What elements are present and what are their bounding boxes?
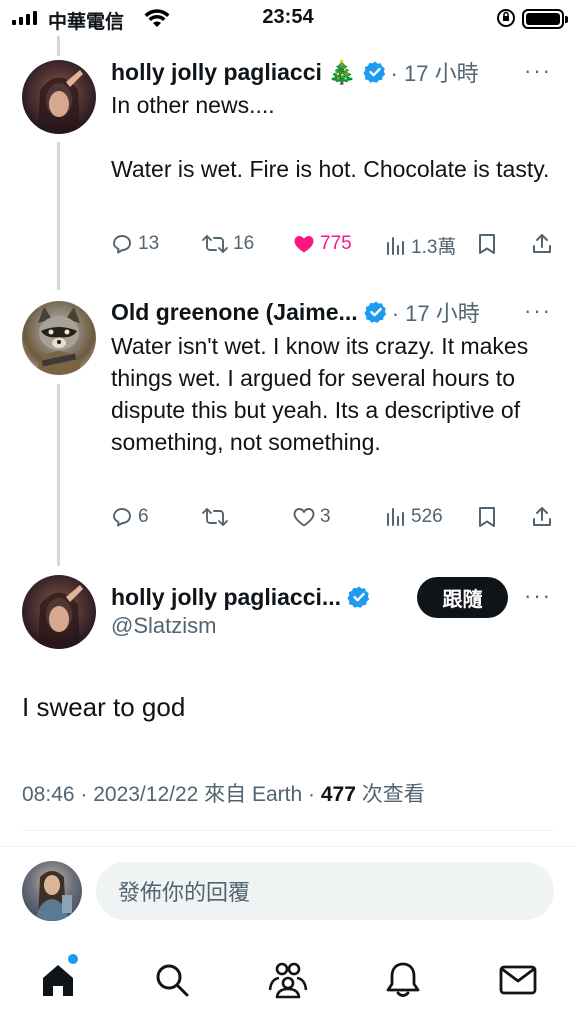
timestamp[interactable]: · 17 小時 (391, 56, 479, 88)
nav-search[interactable] (150, 958, 194, 1002)
tree-emoji: 🎄 (327, 58, 357, 85)
main-tweet-text: I swear to god (22, 692, 186, 722)
bookmark-icon (479, 234, 495, 254)
retweet-button[interactable]: 16 (201, 232, 254, 256)
nav-messages[interactable] (496, 958, 540, 1002)
share-icon (533, 507, 551, 526)
tweet-actions: 13 16 775 1.3萬 (110, 232, 556, 262)
verified-badge-icon (364, 300, 388, 324)
mail-icon (499, 965, 537, 995)
tweet-meta: 08:46 · 2023/12/22 來自 Earth · 477 次查看 (22, 778, 425, 808)
divider (0, 846, 576, 847)
views-button[interactable]: 1.3萬 (385, 232, 456, 259)
share-icon (533, 234, 551, 253)
reply-icon (113, 235, 131, 254)
avatar[interactable] (22, 575, 96, 649)
follow-button[interactable]: 跟隨 (417, 577, 508, 618)
nav-notifications[interactable] (381, 958, 425, 1002)
more-options-icon[interactable]: ··· (524, 298, 552, 324)
home-icon (43, 965, 73, 996)
heart-icon (293, 508, 315, 527)
like-button[interactable]: 775 (292, 232, 352, 256)
share-button[interactable] (530, 505, 554, 529)
display-name[interactable]: holly jolly pagliacci (111, 59, 322, 86)
my-avatar[interactable] (22, 861, 82, 921)
battery-icon (522, 9, 568, 29)
nav-home[interactable] (36, 954, 80, 1002)
display-name[interactable]: holly jolly pagliacci... (111, 584, 341, 611)
clock: 23:54 (262, 6, 314, 28)
bookmark-button[interactable] (476, 505, 498, 529)
like-button[interactable]: 3 (292, 505, 331, 529)
more-options-icon[interactable]: ··· (524, 58, 552, 84)
views-icon (387, 236, 404, 255)
view-count: 526 (411, 506, 443, 527)
share-button[interactable] (530, 232, 554, 256)
heart-filled-icon (294, 236, 314, 253)
meta-date[interactable]: 08:46 · 2023/12/22 來自 Earth · (22, 783, 321, 806)
reply-count: 6 (138, 506, 149, 527)
timestamp[interactable]: · 17 小時 (392, 296, 480, 328)
verified-badge-icon (347, 585, 371, 609)
rotation-lock-icon (496, 8, 516, 33)
reply-button[interactable]: 13 (110, 232, 159, 256)
communities-icon (268, 962, 308, 999)
retweet-count: 16 (233, 233, 255, 254)
like-count: 775 (320, 233, 352, 254)
tweet-text: Water isn't wet. I know its crazy. It ma… (111, 333, 535, 455)
verified-badge-icon (362, 60, 387, 84)
avatar[interactable] (22, 301, 96, 375)
view-count: 1.3萬 (411, 237, 457, 258)
user-handle[interactable]: @Slatzism (111, 613, 216, 639)
tweet-text: In other news.... Water is wet. Fire is … (111, 92, 550, 182)
avatar[interactable] (22, 60, 96, 134)
reply-icon (113, 508, 131, 527)
retweet-button[interactable] (201, 505, 233, 529)
tweet-header: Old greenone (Jaime... · 17 小時 (111, 297, 480, 327)
bookmark-button[interactable] (476, 232, 498, 256)
tweet-actions: 6 3 526 (110, 505, 556, 535)
thread-line (57, 36, 60, 56)
retweet-icon (202, 508, 228, 526)
meta-view-count: 477 (320, 783, 356, 806)
search-icon (156, 964, 189, 997)
tweet-header: holly jolly pagliacci 🎄 · 17 小時 (111, 57, 479, 87)
meta-views-label: 次查看 (355, 783, 425, 806)
like-count: 3 (320, 506, 331, 527)
bookmark-icon (479, 507, 495, 527)
reply-placeholder: 發佈你的回覆 (118, 880, 251, 905)
reply-count: 13 (138, 233, 160, 254)
thread-line (57, 384, 60, 566)
display-name[interactable]: Old greenone (Jaime... (111, 299, 358, 326)
notification-dot (68, 954, 78, 964)
thread-line (57, 142, 60, 290)
nav-communities[interactable] (266, 958, 310, 1002)
reply-input[interactable]: 發佈你的回覆 (96, 862, 554, 920)
divider (22, 830, 554, 831)
more-options-icon[interactable]: ··· (524, 583, 552, 609)
status-bar: 中華電信 23:54 (0, 0, 576, 36)
bell-icon (386, 962, 420, 997)
retweet-icon (202, 235, 228, 253)
views-icon (387, 508, 404, 526)
main-tweet-header: holly jolly pagliacci... (111, 582, 371, 612)
reply-button[interactable]: 6 (110, 505, 149, 529)
views-button[interactable]: 526 (385, 505, 443, 529)
